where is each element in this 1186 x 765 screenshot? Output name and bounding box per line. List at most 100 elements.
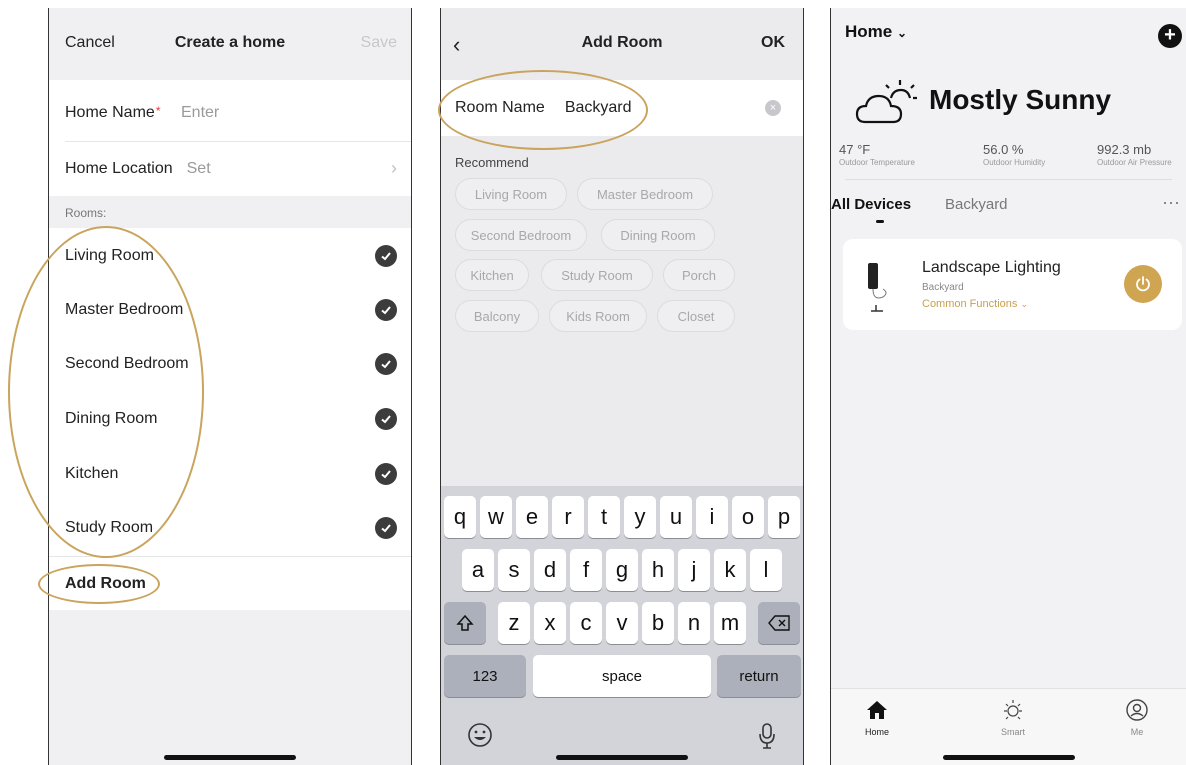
emoji-icon[interactable] [467,722,493,753]
key[interactable]: v [606,602,638,644]
weather-title: Mostly Sunny [929,84,1112,115]
checkmark-icon[interactable] [375,463,397,485]
key[interactable]: k [714,549,746,591]
key[interactable]: f [570,549,602,591]
recommend-chip[interactable]: Kitchen [455,259,529,291]
ok-button[interactable]: OK [761,34,785,52]
tab-label: Me [1130,727,1144,737]
key[interactable]: z [498,602,530,644]
home-name-label: Home Name* [65,104,161,121]
key[interactable]: n [678,602,710,644]
stat-label: Outdoor Temperature [839,158,915,167]
tab-label: Smart [1000,727,1025,737]
numbers-key[interactable]: 123 [444,655,526,697]
highlight-oval [438,70,648,150]
device-card[interactable]: Landscape Lighting Backyard Common Funct… [843,239,1182,330]
recommend-chip[interactable]: Porch [663,259,735,291]
return-key[interactable]: return [717,655,801,697]
home-name-row[interactable]: Home Name* Enter [65,86,395,140]
shift-key[interactable] [444,602,486,644]
checkmark-icon[interactable] [375,299,397,321]
checkmark-icon[interactable] [375,408,397,430]
backspace-key[interactable] [758,602,800,644]
recommend-chip[interactable]: Master Bedroom [577,178,713,210]
sun-icon [1004,700,1022,720]
tab-label: Home [864,727,889,737]
recommend-label: Recommend [455,155,529,170]
key[interactable]: o [732,496,764,538]
clear-icon[interactable]: × [765,100,781,116]
key[interactable]: u [660,496,692,538]
key[interactable]: e [516,496,548,538]
highlight-oval [38,564,160,604]
home-info-card: Home Name* Enter Home Location Set › [49,80,411,196]
stat-humidity: 56.0 % Outdoor Humidity [983,142,1045,167]
page-title: Create a home [174,34,286,51]
microphone-icon[interactable] [757,722,777,755]
home-indicator [942,755,1075,760]
stat-value: 56.0 % [983,142,1024,157]
nav-bar: ‹ Add Room OK [441,8,803,78]
key[interactable]: p [768,496,800,538]
key[interactable]: w [480,496,512,538]
key[interactable]: s [498,549,530,591]
checkmark-icon[interactable] [375,245,397,267]
recommend-chip[interactable]: Second Bedroom [455,219,587,251]
home-indicator [556,755,688,760]
chevron-down-icon: ⌄ [896,26,908,40]
partly-sunny-icon [855,78,919,133]
home-selector[interactable]: Home ⌄ [845,22,907,42]
tab-home[interactable]: Home [847,697,907,737]
device-name: Landscape Lighting [922,259,1061,276]
tab-smart[interactable]: Smart [983,697,1043,737]
key[interactable]: h [642,549,674,591]
recommend-chip[interactable]: Living Room [455,178,567,210]
tab-bar: Home Smart Me [831,688,1186,765]
key[interactable]: i [696,496,728,538]
common-functions-link[interactable]: Common Functions ⌄ [922,298,1028,310]
device-room: Backyard [922,282,964,293]
add-icon[interactable]: + [1158,24,1182,48]
shift-icon [456,614,474,631]
power-button[interactable] [1124,265,1162,303]
key[interactable]: c [570,602,602,644]
key[interactable]: b [642,602,674,644]
tab-all-devices[interactable]: All Devices [831,196,911,213]
key[interactable]: q [444,496,476,538]
divider [845,179,1172,180]
key[interactable]: j [678,549,710,591]
stat-air-pressure: 992.3 mb Outdoor Air Pressure [1097,142,1172,167]
more-icon[interactable]: ··· [1162,192,1180,213]
save-button[interactable]: Save [361,34,397,52]
recommend-chip[interactable]: Dining Room [601,219,715,251]
user-icon [1126,699,1148,721]
recommend-chip[interactable]: Kids Room [549,300,647,332]
key[interactable]: y [624,496,656,538]
key[interactable]: g [606,549,638,591]
rooms-section-label: Rooms: [65,206,107,220]
backspace-icon [768,615,790,631]
recommend-chip[interactable]: Balcony [455,300,539,332]
key[interactable]: d [534,549,566,591]
tab-backyard[interactable]: Backyard [945,196,1008,213]
stat-label: Outdoor Humidity [983,158,1046,167]
key[interactable]: t [588,496,620,538]
space-key[interactable]: space [533,655,711,697]
checkmark-icon[interactable] [375,353,397,375]
key[interactable]: x [534,602,566,644]
key[interactable]: l [750,549,782,591]
power-icon [1136,276,1150,292]
home-name-input[interactable]: Enter [181,104,219,122]
key[interactable]: m [714,602,746,644]
checkmark-icon[interactable] [375,517,397,539]
tab-indicator [876,220,884,223]
key[interactable]: a [462,549,494,591]
home-location-row[interactable]: Home Location Set [65,142,395,196]
stat-temperature: 47 °F Outdoor Temperature [839,142,915,167]
key[interactable]: r [552,496,584,538]
tab-me[interactable]: Me [1107,697,1167,737]
recommend-chip[interactable]: Closet [657,300,735,332]
recommend-chip[interactable]: Study Room [541,259,653,291]
stat-value: 992.3 mb [1097,142,1152,157]
nav-bar: Cancel Create a home Save [49,8,411,64]
